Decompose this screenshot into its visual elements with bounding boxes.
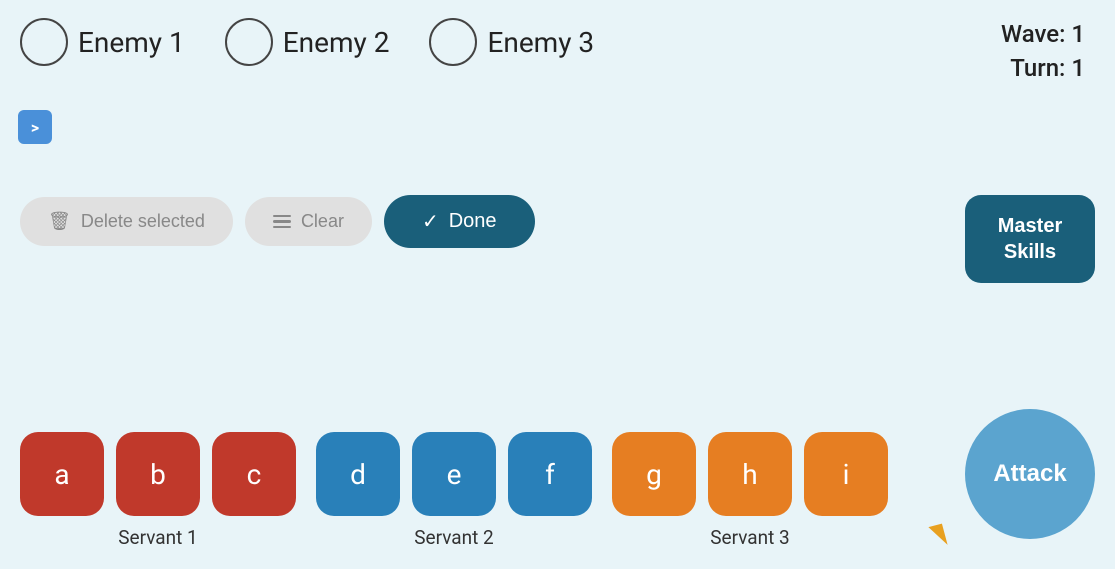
done-button[interactable]: ✓ Done [384, 195, 535, 248]
enemy-2-circle[interactable] [225, 18, 273, 66]
servant-1-cards: a b c [20, 432, 296, 516]
servant-3-group: g h i Servant 3 [612, 432, 888, 549]
arrow-icon: > [31, 118, 39, 137]
delete-label: Delete selected [81, 211, 205, 232]
enemy-1-circle[interactable] [20, 18, 68, 66]
servant-3-label: Servant 3 [710, 526, 789, 549]
enemy-2-label: Enemy 2 [283, 26, 390, 59]
turn-label: Turn: 1 [1001, 52, 1085, 86]
done-label: Done [449, 210, 497, 233]
attack-button[interactable]: Attack [965, 409, 1095, 539]
servant-2-group: d e f Servant 2 [316, 432, 592, 549]
servant-1-group: a b c Servant 1 [20, 432, 296, 549]
servant-1-card-c[interactable]: c [212, 432, 296, 516]
servant-2-card-d[interactable]: d [316, 432, 400, 516]
clear-label: Clear [301, 211, 344, 232]
enemy-3-item[interactable]: Enemy 3 [429, 18, 594, 66]
master-skills-label: MasterSkills [998, 215, 1062, 263]
checkmark-icon: ✓ [422, 209, 439, 234]
wave-label: Wave: 1 [1001, 18, 1085, 52]
action-row: 🗑 Delete selected Clear ✓ Done [20, 195, 535, 248]
servant-1-card-a[interactable]: a [20, 432, 104, 516]
servant-3-card-i[interactable]: i [804, 432, 888, 516]
enemy-row: Enemy 1 Enemy 2 Enemy 3 [0, 0, 1115, 66]
enemy-2-item[interactable]: Enemy 2 [225, 18, 390, 66]
servant-2-label: Servant 2 [414, 526, 493, 549]
servant-section: a b c Servant 1 d e f Servant 2 g h i Se… [20, 432, 908, 549]
lines-icon [273, 215, 291, 229]
enemy-3-circle[interactable] [429, 18, 477, 66]
cursor-indicator [928, 524, 947, 549]
servant-3-card-g[interactable]: g [612, 432, 696, 516]
enemy-3-label: Enemy 3 [487, 26, 594, 59]
delete-selected-button[interactable]: 🗑 Delete selected [20, 197, 233, 246]
master-skills-button[interactable]: MasterSkills [965, 195, 1095, 283]
attack-label: Attack [993, 460, 1066, 488]
enemy-1-label: Enemy 1 [78, 26, 185, 59]
servant-2-card-f[interactable]: f [508, 432, 592, 516]
servant-2-card-e[interactable]: e [412, 432, 496, 516]
servant-2-cards: d e f [316, 432, 592, 516]
trash-icon: 🗑 [48, 211, 71, 232]
servant-3-card-h[interactable]: h [708, 432, 792, 516]
servant-3-cards: g h i [612, 432, 888, 516]
arrow-button[interactable]: > [18, 110, 52, 144]
wave-info: Wave: 1 Turn: 1 [1001, 18, 1085, 85]
servant-1-card-b[interactable]: b [116, 432, 200, 516]
servant-1-label: Servant 1 [118, 526, 197, 549]
enemy-1-item[interactable]: Enemy 1 [20, 18, 185, 66]
clear-button[interactable]: Clear [245, 197, 372, 246]
